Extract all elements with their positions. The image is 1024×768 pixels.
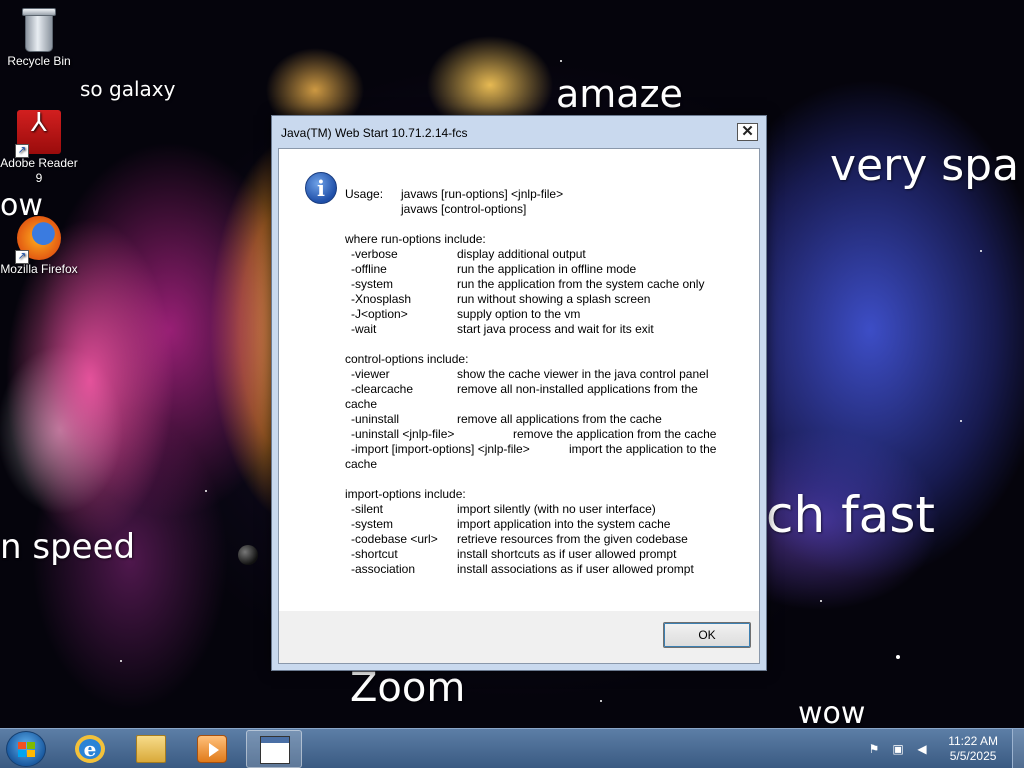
- option-desc: import the application to the: [569, 442, 717, 456]
- option-desc: start java process and wait for its exit: [457, 322, 654, 336]
- usage-line: javaws [control-options]: [401, 202, 527, 216]
- option-name: -system: [351, 517, 393, 531]
- desktop-icon-label: Recycle Bin: [7, 54, 71, 68]
- dialog-footer: OK: [279, 611, 759, 663]
- option-desc: remove all non-installed applications fr…: [457, 382, 698, 396]
- option-desc: run the application in offline mode: [457, 262, 637, 276]
- option-desc: show the cache viewer in the java contro…: [457, 367, 709, 381]
- option-desc-continued: cache: [345, 397, 378, 411]
- window-icon: [260, 736, 290, 764]
- option-name: -J<option>: [351, 307, 408, 321]
- taskbar-app-ie[interactable]: e: [62, 730, 118, 768]
- option-name: -system: [351, 277, 393, 291]
- option-desc: display additional output: [457, 247, 586, 261]
- taskbar-app-java-window[interactable]: [246, 730, 302, 768]
- recycle-bin-icon: [21, 6, 57, 52]
- wallpaper-text: Zoom: [350, 665, 466, 711]
- dialog-title: Java(TM) Web Start 10.71.2.14-fcs: [281, 126, 468, 140]
- option-desc-continued: cache: [345, 457, 378, 471]
- wallpaper-text: ch fast: [766, 486, 935, 544]
- network-icon[interactable]: ▣: [890, 741, 906, 757]
- clock-time: 11:22 AM: [948, 734, 998, 748]
- planet-graphic: [238, 545, 258, 565]
- option-desc: run without showing a splash screen: [457, 292, 651, 306]
- option-desc: remove the application from the cache: [513, 427, 717, 441]
- firefox-icon: ↗: [15, 216, 61, 264]
- clock[interactable]: 11:22 AM 5/5/2025: [948, 734, 998, 764]
- folder-icon: [136, 735, 166, 763]
- start-button[interactable]: [6, 731, 46, 767]
- option-name: -wait: [351, 322, 377, 336]
- wallpaper-text: so galaxy: [80, 77, 176, 101]
- desktop-icon-label: Adobe Reader 9: [0, 156, 78, 185]
- desktop-icon-label: Mozilla Firefox: [0, 262, 78, 276]
- windows-logo-icon: [18, 742, 36, 758]
- option-name: -viewer: [351, 367, 390, 381]
- ok-button[interactable]: OK: [663, 622, 751, 648]
- desktop-icon-adobe-reader[interactable]: ⅄ ↗ Adobe Reader 9: [0, 110, 78, 186]
- wallpaper-text: very spa: [830, 140, 1020, 191]
- taskbar: e ⚑ ▣ ◀ 11:22 AM 5/5/2025: [0, 728, 1024, 768]
- usage-message: Usage: javaws [run-options] <jnlp-file> j…: [345, 187, 745, 577]
- desktop-icon-firefox[interactable]: ↗ Mozilla Firefox: [0, 216, 78, 277]
- wallpaper-text: n speed: [0, 527, 136, 567]
- adobe-reader-icon: ⅄ ↗: [15, 110, 61, 158]
- option-desc: install associations as if user allowed …: [457, 562, 694, 576]
- info-icon: i: [305, 172, 337, 204]
- option-name: -clearcache: [351, 382, 414, 396]
- option-name: -codebase <url>: [351, 532, 438, 546]
- section-header: where run-options include:: [345, 232, 486, 246]
- taskbar-app-media-player[interactable]: [184, 730, 240, 768]
- clock-date: 5/5/2025: [949, 749, 997, 763]
- option-name: -import [import-options] <jnlp-file>: [351, 442, 530, 456]
- option-name: -offline: [351, 262, 387, 276]
- ie-icon: e: [75, 735, 105, 763]
- close-button[interactable]: ✕: [737, 123, 758, 141]
- section-header: control-options include:: [345, 352, 469, 366]
- usage-label: Usage:: [345, 187, 384, 201]
- option-desc: install shortcuts as if user allowed pro…: [457, 547, 677, 561]
- option-name: -association: [351, 562, 416, 576]
- option-name: -Xnosplash: [351, 292, 412, 306]
- option-desc: retrieve resources from the given codeba…: [457, 532, 688, 546]
- option-name: -verbose: [351, 247, 398, 261]
- wallpaper-text: wow: [798, 696, 866, 728]
- option-name: -uninstall: [351, 412, 400, 426]
- wallpaper-text: amaze: [556, 72, 683, 116]
- show-desktop-button[interactable]: [1012, 729, 1024, 768]
- dialog-titlebar[interactable]: Java(TM) Web Start 10.71.2.14-fcs ✕: [272, 116, 766, 148]
- usage-line: javaws [run-options] <jnlp-file>: [401, 187, 564, 201]
- option-name: -silent: [351, 502, 384, 516]
- option-name: -uninstall <jnlp-file>: [351, 427, 455, 441]
- volume-muted-icon[interactable]: ◀: [914, 741, 930, 757]
- option-desc: remove all applications from the cache: [457, 412, 662, 426]
- taskbar-app-explorer[interactable]: [123, 730, 179, 768]
- option-desc: import silently (with no user interface): [457, 502, 656, 516]
- desktop-icon-recycle-bin[interactable]: Recycle Bin: [0, 6, 78, 69]
- dialog-body: i Usage: javaws [run-options] <jnlp-file>…: [278, 148, 760, 664]
- option-desc: run the application from the system cach…: [457, 277, 705, 291]
- option-desc: import application into the system cache: [457, 517, 671, 531]
- java-web-start-dialog: Java(TM) Web Start 10.71.2.14-fcs ✕ i Us…: [271, 115, 767, 671]
- option-desc: supply option to the vm: [457, 307, 581, 321]
- section-header: import-options include:: [345, 487, 466, 501]
- media-player-icon: [197, 735, 227, 763]
- action-center-flag-icon[interactable]: ⚑: [866, 741, 882, 757]
- option-name: -shortcut: [351, 547, 398, 561]
